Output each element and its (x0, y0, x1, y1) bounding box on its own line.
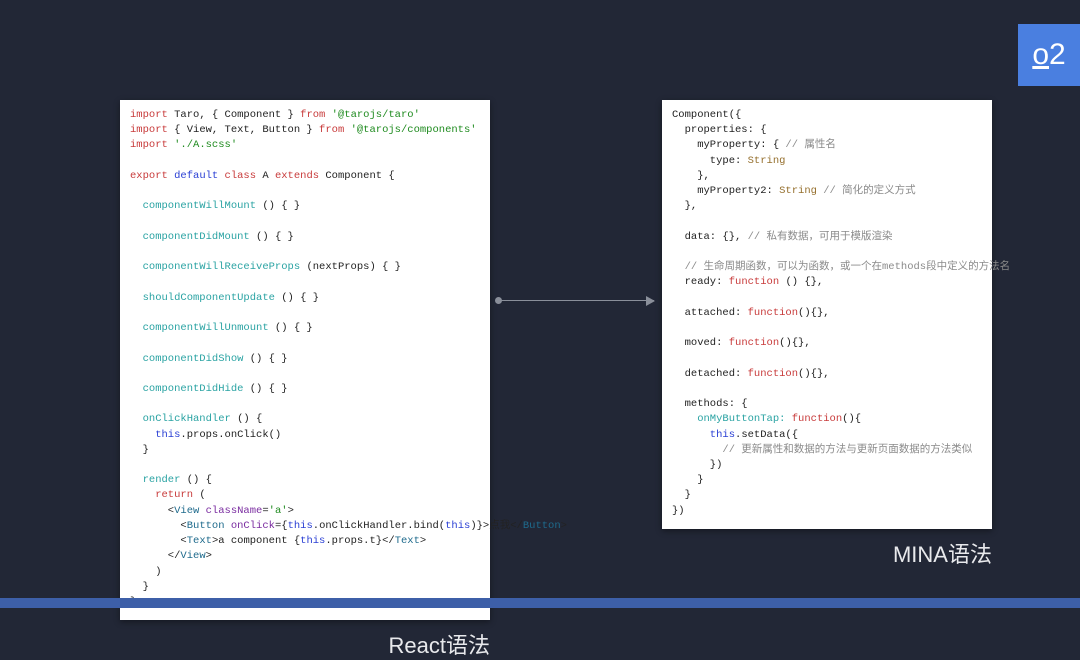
right-column: Component({ properties: { myProperty: { … (662, 100, 992, 569)
left-caption: React语法 (120, 628, 490, 660)
mina-code-panel: Component({ properties: { myProperty: { … (662, 100, 992, 529)
right-caption: MINA语法 (662, 537, 992, 569)
left-column: import Taro, { Component } from '@tarojs… (120, 100, 490, 660)
arrow (490, 100, 662, 301)
badge-num: 2 (1049, 38, 1066, 72)
footer-bar (0, 598, 1080, 608)
arrow-icon (499, 300, 654, 301)
slide-number-badge: o2 (1018, 24, 1080, 86)
badge-o: o (1032, 38, 1049, 72)
slide-content: import Taro, { Component } from '@tarojs… (120, 100, 992, 660)
react-code-panel: import Taro, { Component } from '@tarojs… (120, 100, 490, 620)
